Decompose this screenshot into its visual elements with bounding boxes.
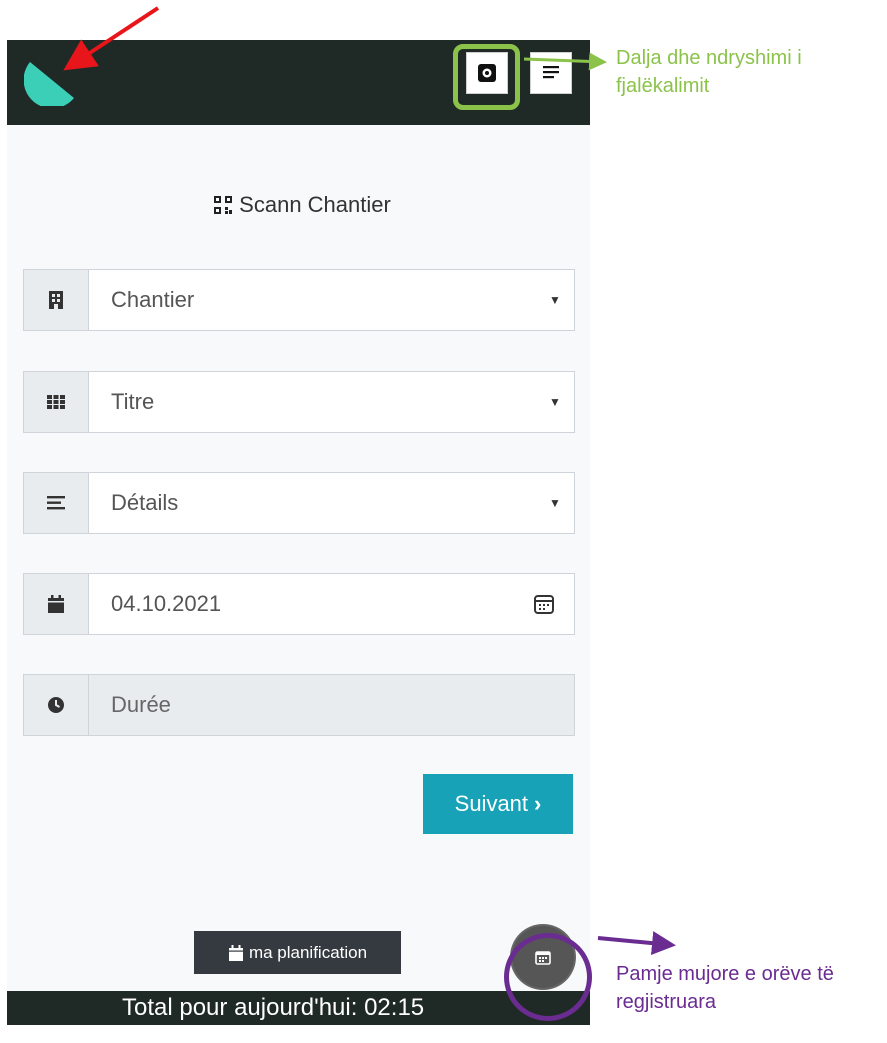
- red-arrow: [63, 6, 160, 71]
- purple-arrow: [597, 931, 676, 956]
- annotation-purple-note: Pamje mujore e orëve të regjistruara: [616, 963, 834, 1013]
- green-arrow: [523, 52, 607, 71]
- annotation-green-note: Dalja dhe ndryshimi i fjalëkalimit: [616, 47, 802, 97]
- annotation-arrows: [63, 6, 676, 956]
